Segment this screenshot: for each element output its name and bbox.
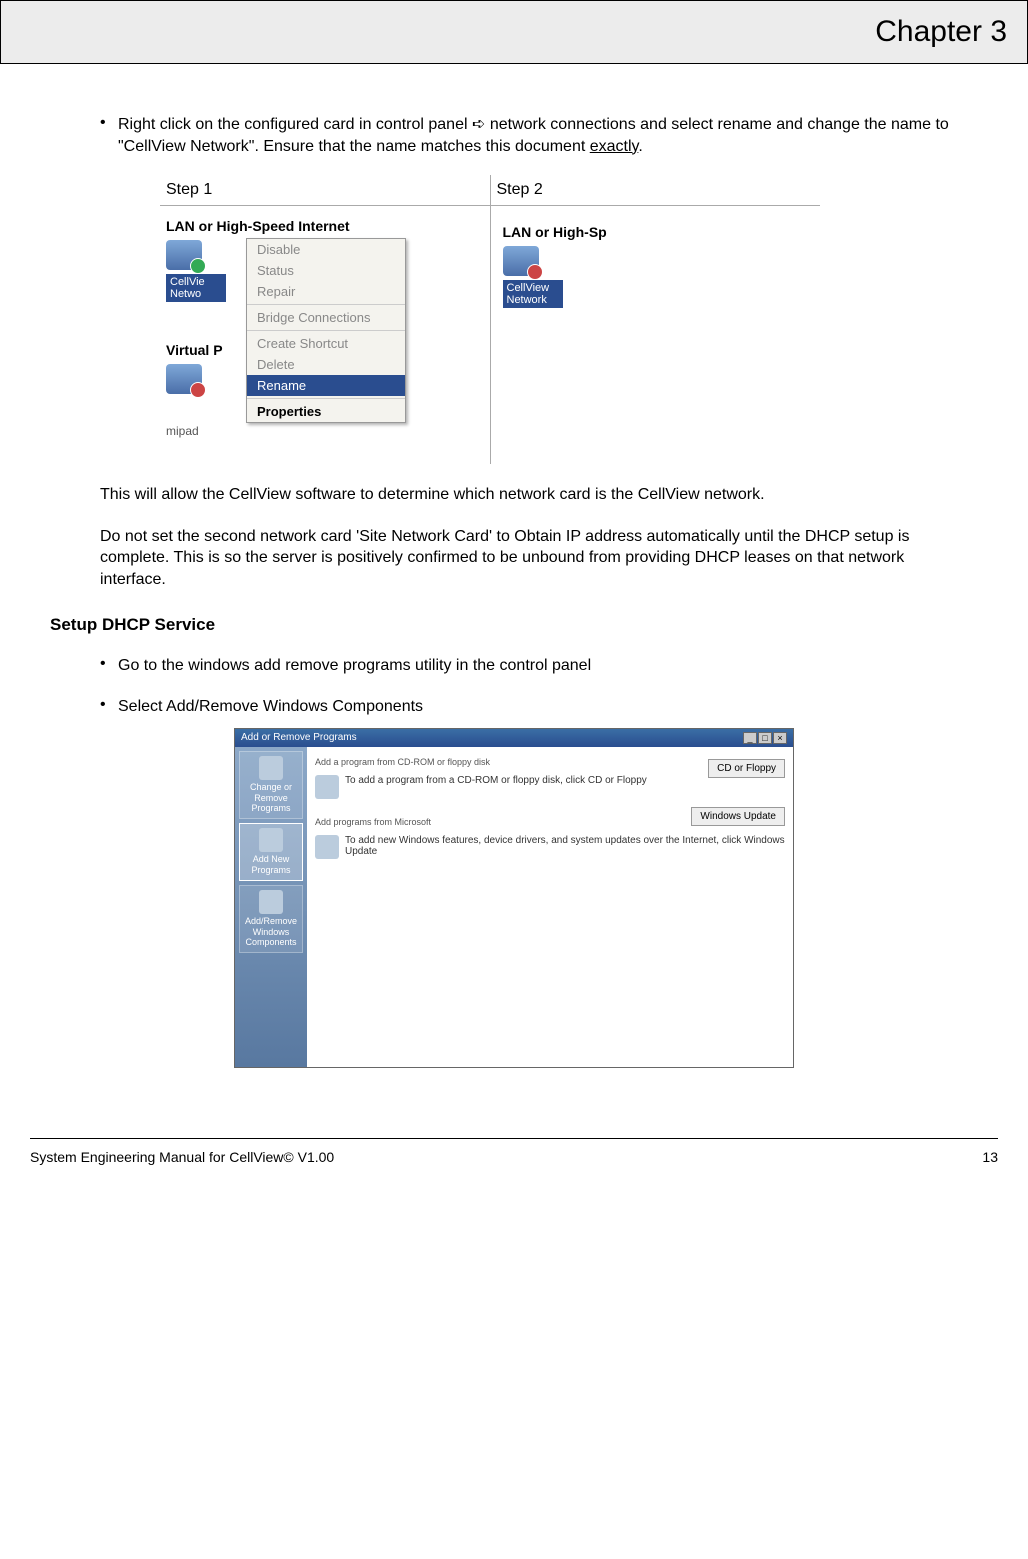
menu-shortcut[interactable]: Create Shortcut — [247, 333, 405, 354]
minimize-icon[interactable]: _ — [743, 732, 757, 744]
lan-heading-2: LAN or High-Sp — [503, 224, 809, 240]
bullet-item-3: • Select Add/Remove Windows Components — [100, 696, 968, 718]
page-footer: System Engineering Manual for CellView© … — [30, 1138, 998, 1175]
step1-header: Step 1 — [160, 175, 490, 206]
arrow-icon: ➪ — [472, 116, 485, 133]
info-line: To add a program from a CD-ROM or floppy… — [315, 775, 785, 799]
footer-left: System Engineering Manual for CellView© … — [30, 1149, 334, 1165]
menu-disable[interactable]: Disable — [247, 239, 405, 260]
program-icon — [259, 890, 283, 914]
menu-properties[interactable]: Properties — [247, 401, 405, 422]
network-label: CellVieNetwo — [166, 274, 226, 302]
close-icon[interactable]: × — [773, 732, 787, 744]
menu-delete[interactable]: Delete — [247, 354, 405, 375]
network-label-2: CellViewNetwork — [503, 280, 563, 308]
bullet-item-2: • Go to the windows add remove programs … — [100, 655, 968, 677]
sidebar-add-new[interactable]: Add New Programs — [239, 823, 303, 881]
text: . — [638, 138, 642, 155]
window-buttons: _□× — [742, 732, 787, 744]
menu-status[interactable]: Status — [247, 260, 405, 281]
menu-separator — [247, 304, 405, 305]
menu-repair[interactable]: Repair — [247, 281, 405, 302]
sidebar: Change or Remove Programs Add New Progra… — [235, 747, 307, 1067]
bullet-marker: • — [100, 655, 118, 677]
lan-heading: LAN or High-Speed Internet — [166, 218, 484, 234]
page-number: 13 — [982, 1149, 998, 1165]
paragraph-1: This will allow the CellView software to… — [100, 484, 968, 506]
menu-rename[interactable]: Rename — [247, 375, 405, 396]
cd-icon — [315, 775, 339, 799]
bullet-marker: • — [100, 114, 118, 157]
network-icon — [503, 246, 539, 276]
page-header: Chapter 3 — [0, 0, 1028, 64]
menu-separator — [247, 330, 405, 331]
program-icon — [259, 756, 283, 780]
cd-floppy-button[interactable]: CD or Floppy — [708, 759, 785, 778]
network-icon — [166, 240, 202, 270]
info-line: To add new Windows features, device driv… — [315, 835, 785, 859]
main-panel: Add a program from CD-ROM or floppy disk… — [307, 747, 793, 1067]
maximize-icon[interactable]: □ — [758, 732, 772, 744]
bullet-text: Go to the windows add remove programs ut… — [118, 655, 968, 677]
bullet-text: Select Add/Remove Windows Components — [118, 696, 968, 718]
bullet-text: Right click on the configured card in co… — [118, 114, 968, 157]
chapter-title: Chapter 3 — [875, 15, 1007, 48]
steps-table: Step 1 Step 2 LAN or High-Speed Internet… — [160, 175, 820, 464]
program-icon — [259, 828, 283, 852]
text: Right click on the configured card in co… — [118, 116, 472, 133]
text-underline: exactly — [590, 138, 639, 155]
step1-cell: LAN or High-Speed Internet CellVieNetwo … — [160, 206, 490, 465]
section-heading: Setup DHCP Service — [50, 615, 968, 635]
windows-update-button[interactable]: Windows Update — [691, 807, 785, 826]
add-remove-programs-window: Add or Remove Programs _□× Change or Rem… — [234, 728, 794, 1068]
paragraph-2: Do not set the second network card 'Site… — [100, 526, 968, 591]
step2-cell: LAN or High-Sp CellViewNetwork — [490, 206, 820, 465]
window-titlebar: Add or Remove Programs _□× — [235, 729, 793, 747]
mipad-label: mipad — [166, 424, 484, 438]
context-menu: Disable Status Repair Bridge Connections… — [246, 238, 406, 423]
sidebar-windows-components[interactable]: Add/Remove Windows Components — [239, 885, 303, 953]
update-icon — [315, 835, 339, 859]
step2-header: Step 2 — [490, 175, 820, 206]
menu-bridge[interactable]: Bridge Connections — [247, 307, 405, 328]
network-icon — [166, 364, 202, 394]
bullet-item-1: • Right click on the configured card in … — [100, 114, 968, 157]
bullet-marker: • — [100, 696, 118, 718]
window-title: Add or Remove Programs — [241, 732, 357, 743]
sidebar-change-remove[interactable]: Change or Remove Programs — [239, 751, 303, 819]
page-content: • Right click on the configured card in … — [0, 64, 1028, 1098]
menu-separator — [247, 398, 405, 399]
